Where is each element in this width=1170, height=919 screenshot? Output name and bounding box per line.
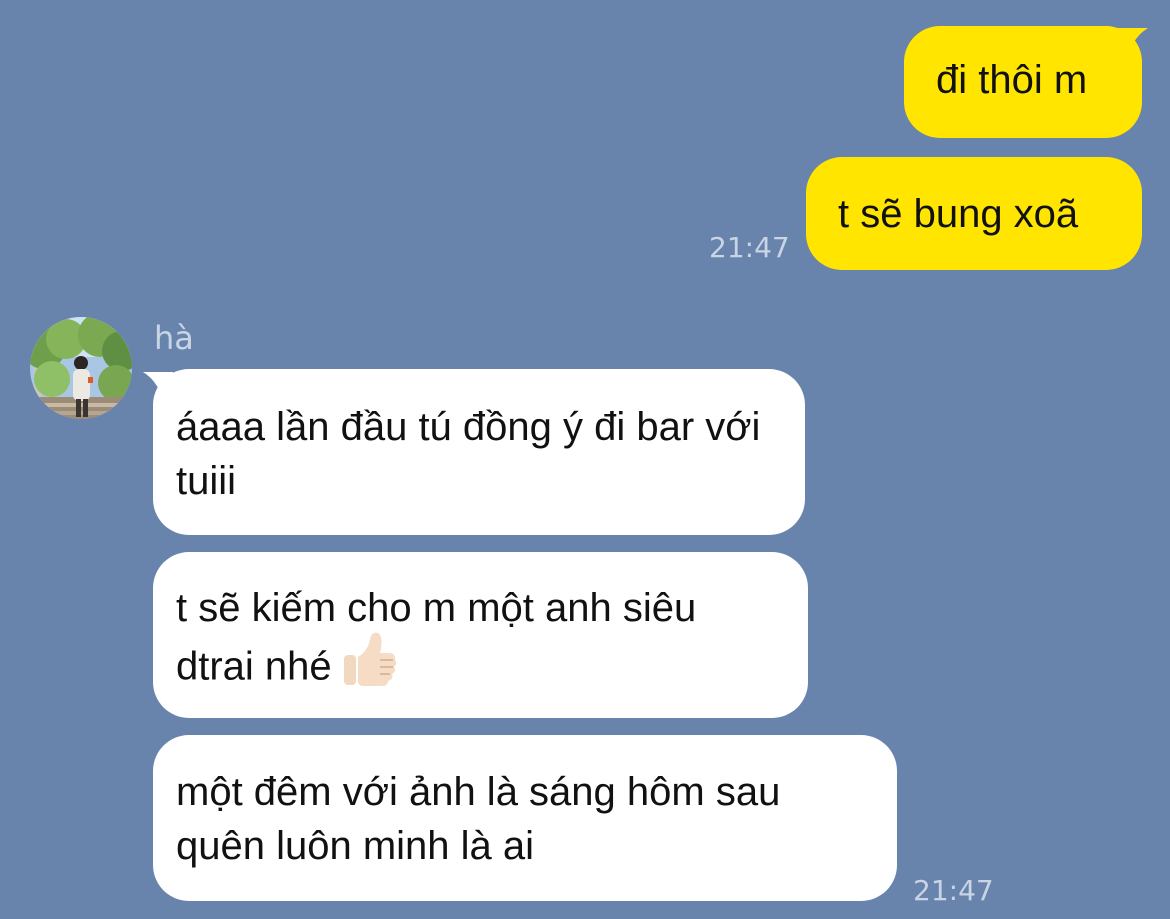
message-text: áaaa lần đầu tú đồng ý đi bar với tuiii	[176, 405, 761, 503]
message-bubble-outgoing[interactable]: t sẽ bung xoã	[806, 157, 1142, 270]
sender-name: hà	[154, 319, 194, 357]
message-bubble-outgoing[interactable]: đi thôi m	[904, 26, 1142, 138]
bubble-tail-icon	[1118, 28, 1148, 58]
message-text: t sẽ bung xoã	[838, 192, 1079, 236]
message-text: một đêm với ảnh là sáng hôm sau quên luô…	[176, 770, 781, 868]
avatar-photo	[30, 317, 132, 419]
message-text: đi thôi m	[936, 58, 1088, 102]
timestamp: 21:47	[913, 874, 994, 907]
message-bubble-incoming[interactable]: t sẽ kiếm cho m một anh siêu dtrai nhé	[153, 552, 808, 718]
message-text: t sẽ kiếm cho m một anh siêu dtrai nhé	[176, 586, 697, 689]
message-bubble-incoming[interactable]: một đêm với ảnh là sáng hôm sau quên luô…	[153, 735, 897, 901]
thumbs-up-icon	[342, 629, 398, 703]
timestamp: 21:47	[709, 231, 790, 264]
message-bubble-incoming[interactable]: áaaa lần đầu tú đồng ý đi bar với tuiii	[153, 369, 805, 535]
avatar[interactable]	[30, 317, 132, 419]
